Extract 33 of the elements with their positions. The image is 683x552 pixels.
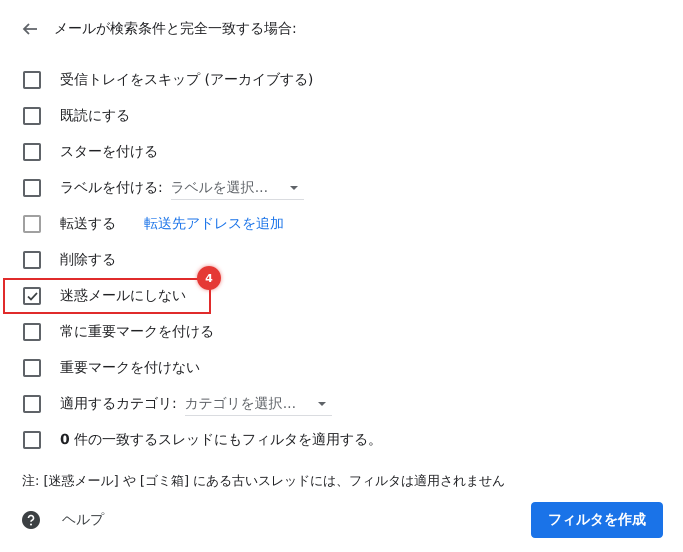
action-label: 削除する bbox=[60, 251, 116, 269]
note-text: 注: [迷惑メール] や [ゴミ箱] にある古いスレッドには、フィルタは適用されません bbox=[22, 473, 506, 490]
checkbox[interactable] bbox=[23, 179, 41, 197]
back-arrow-icon[interactable] bbox=[22, 21, 38, 37]
action-label: 転送する bbox=[60, 215, 116, 233]
help-icon bbox=[22, 511, 40, 529]
checkbox[interactable] bbox=[23, 359, 41, 377]
action-label: 迷惑メールにしない bbox=[60, 287, 186, 305]
action-label: 常に重要マークを付ける bbox=[60, 323, 214, 341]
help-link[interactable]: ヘルプ bbox=[22, 511, 104, 529]
action-label: スターを付ける bbox=[60, 143, 158, 161]
create-filter-button[interactable]: フィルタを作成 bbox=[531, 502, 663, 538]
checkbox[interactable] bbox=[23, 143, 41, 161]
checkbox[interactable] bbox=[23, 71, 41, 89]
action-label: 重要マークを付けない bbox=[60, 359, 200, 377]
checkbox[interactable] bbox=[23, 395, 41, 413]
checkbox[interactable] bbox=[23, 251, 41, 269]
checkmark-icon bbox=[26, 292, 38, 300]
filter-title: メールが検索条件と完全一致する場合: bbox=[54, 20, 297, 38]
action-label: ラベルを付ける: bbox=[60, 179, 163, 197]
step-badge: 4 bbox=[197, 266, 221, 290]
checkbox[interactable] bbox=[23, 107, 41, 125]
dropdown[interactable]: カテゴリを選択... bbox=[184, 392, 332, 416]
checkbox[interactable] bbox=[23, 431, 41, 449]
checkbox[interactable] bbox=[23, 287, 41, 305]
action-label: 0 件の一致するスレッドにもフィルタを適用する。 bbox=[60, 431, 382, 449]
action-label: 既読にする bbox=[60, 107, 130, 125]
caret-icon bbox=[318, 402, 326, 406]
caret-icon bbox=[290, 186, 298, 190]
dropdown[interactable]: ラベルを選択... bbox=[170, 176, 304, 200]
checkbox[interactable] bbox=[23, 323, 41, 341]
action-label: 受信トレイをスキップ (アーカイブする) bbox=[60, 71, 314, 89]
action-label: 適用するカテゴリ: bbox=[60, 395, 177, 413]
